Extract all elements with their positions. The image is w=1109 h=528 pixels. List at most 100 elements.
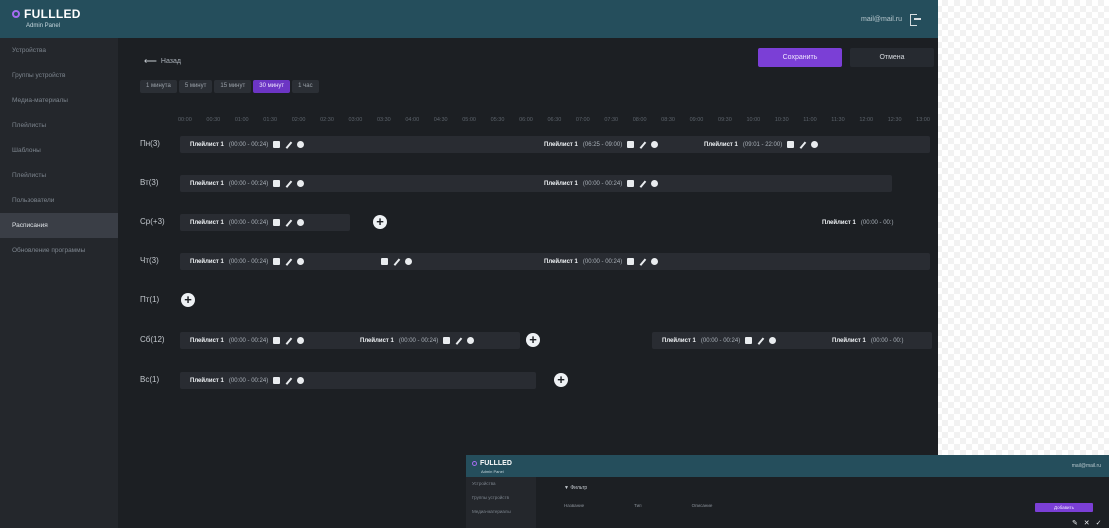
delete-icon[interactable]	[297, 377, 305, 384]
logo-icon	[12, 10, 20, 18]
edit-icon[interactable]	[639, 180, 646, 187]
delete-icon[interactable]	[297, 180, 305, 187]
logo-icon	[472, 461, 477, 466]
sidebar-item-playlists[interactable]: Плейлисты	[0, 113, 118, 138]
sidebar-item-users[interactable]: Пользователи	[0, 188, 118, 213]
filter-button[interactable]: ▼ Фильтр	[564, 485, 587, 491]
schedule-segment[interactable]: Плейлист 1 (09:01 - 22:00)	[698, 136, 868, 153]
stop-icon[interactable]	[627, 141, 635, 148]
delete-icon[interactable]	[651, 258, 659, 265]
stop-icon[interactable]	[273, 337, 281, 344]
add-segment-button[interactable]: +	[181, 293, 195, 307]
delete-icon[interactable]	[297, 141, 305, 148]
day-label: Чт(3)	[140, 256, 159, 265]
save-button[interactable]: Сохранить	[758, 48, 842, 67]
column-header[interactable]: Описание	[692, 503, 713, 508]
schedule-segment[interactable]: Плейлист 1 (00:00 - 00:)	[826, 332, 932, 349]
cancel-button[interactable]: Отмена	[850, 48, 934, 67]
add-segment-button[interactable]: +	[526, 333, 540, 347]
stop-icon[interactable]	[443, 337, 451, 344]
hour-tick-label: 02:30	[320, 117, 334, 123]
sidebar-item-schedules[interactable]: Расписания	[0, 213, 118, 238]
sidebar-item-templates[interactable]: Шаблоны	[0, 138, 118, 163]
stop-icon[interactable]	[273, 180, 281, 187]
column-header[interactable]: Название	[564, 503, 584, 508]
stop-icon[interactable]	[273, 258, 281, 265]
schedule-segment[interactable]: Плейлист 1 (00:00 - 00:24)	[656, 332, 826, 349]
delete-icon[interactable]	[297, 337, 305, 344]
interval-1-min[interactable]: 1 минута	[140, 80, 177, 93]
delete-icon[interactable]	[811, 141, 819, 148]
interval-5-min[interactable]: 5 минут	[178, 80, 213, 93]
delete-icon[interactable]	[405, 258, 412, 265]
stop-icon[interactable]	[273, 141, 281, 148]
edit-icon[interactable]	[285, 258, 292, 265]
edit-icon[interactable]	[639, 258, 646, 265]
stop-icon[interactable]	[273, 377, 281, 384]
schedule-segment[interactable]: Плейлист 1 (00:00 - 00:24)	[184, 253, 354, 270]
edit-icon[interactable]	[757, 337, 764, 344]
edit-icon[interactable]	[285, 180, 292, 187]
delete-icon[interactable]	[467, 337, 475, 344]
sidebar-item-device-groups[interactable]: Группы устройств	[466, 491, 536, 505]
stop-icon[interactable]	[627, 180, 635, 187]
segment-name: Плейлист 1	[544, 141, 578, 148]
schedule-segment[interactable]: Плейлист 1 (00:00 - 00:24)	[184, 372, 354, 389]
edit-icon[interactable]	[285, 219, 292, 226]
sidebar-item-devices[interactable]: Устройства	[466, 477, 536, 491]
sidebar-item-device-groups[interactable]: Группы устройств	[0, 63, 118, 88]
edit-icon[interactable]	[393, 258, 400, 265]
logo[interactable]: FULLLED Admin Panel	[12, 7, 81, 29]
logout-icon[interactable]	[910, 14, 921, 26]
stop-icon[interactable]	[273, 219, 281, 226]
delete-icon[interactable]	[769, 337, 777, 344]
segment-time: (00:00 - 00:24)	[228, 180, 269, 187]
delete-icon[interactable]	[297, 258, 305, 265]
segment-name: Плейлист 1	[544, 258, 578, 265]
schedule-segment[interactable]: Плейлист 1 (00:00 - 00:24)	[354, 332, 524, 349]
sidebar-item-media[interactable]: Медиа-материалы	[0, 88, 118, 113]
edit-icon[interactable]	[639, 141, 646, 148]
logo[interactable]: FULLLED	[472, 460, 512, 467]
hour-tick-label: 09:30	[718, 117, 732, 123]
segment-time: (00:00 - 00:24)	[228, 141, 269, 148]
delete-icon[interactable]	[297, 219, 305, 226]
interval-15-min[interactable]: 15 минут	[214, 80, 252, 93]
back-link[interactable]: ⟵ Назад	[144, 56, 181, 67]
stop-icon[interactable]	[787, 141, 795, 148]
edit-icon[interactable]	[799, 141, 806, 148]
schedule-segment[interactable]: Плейлист 1 (00:00 - 00:)	[816, 214, 932, 231]
schedule-segment[interactable]	[370, 253, 420, 270]
interval-30-min[interactable]: 30 минут	[253, 80, 291, 93]
interval-1-hour[interactable]: 1 час	[292, 80, 319, 93]
day-label: Сб(12)	[140, 335, 165, 344]
stop-icon[interactable]	[745, 337, 753, 344]
edit-icon[interactable]	[285, 337, 292, 344]
row-actions[interactable]: ✎ ✕ ✓	[1072, 519, 1104, 527]
schedule-segment[interactable]: Плейлист 1 (00:00 - 00:24)	[184, 175, 354, 192]
add-segment-button[interactable]: +	[554, 373, 568, 387]
sidebar-item-software-update[interactable]: Обновление программы	[0, 238, 118, 263]
schedule-segment[interactable]: Плейлист 1 (00:00 - 00:24)	[184, 136, 354, 153]
segment-time: (00:00 - 00:24)	[228, 219, 269, 226]
stop-icon[interactable]	[381, 258, 388, 265]
column-header[interactable]: Тип	[634, 503, 642, 508]
edit-icon[interactable]	[285, 141, 292, 148]
schedule-segment[interactable]: Плейлист 1 (00:00 - 00:24)	[184, 214, 354, 231]
schedule-segment[interactable]: Плейлист 1 (00:00 - 00:24)	[184, 332, 354, 349]
sidebar-item-devices[interactable]: Устройства	[0, 38, 118, 63]
stop-icon[interactable]	[627, 258, 635, 265]
schedule-segment[interactable]: Плейлист 1 (00:00 - 00:24)	[538, 253, 708, 270]
delete-icon[interactable]	[651, 141, 659, 148]
sidebar-item-playlists-2[interactable]: Плейлисты	[0, 163, 118, 188]
schedule-segment[interactable]: Плейлист 1 (06:25 - 09:00)	[538, 136, 698, 153]
add-button[interactable]: Добавить	[1035, 503, 1093, 512]
hour-tick-label: 07:30	[604, 117, 619, 123]
edit-icon[interactable]	[455, 337, 462, 344]
add-segment-button[interactable]: +	[373, 215, 387, 229]
delete-icon[interactable]	[651, 180, 659, 187]
sidebar-item-media[interactable]: Медиа-материалы	[466, 505, 536, 519]
schedule-segment[interactable]: Плейлист 1 (00:00 - 00:24)	[538, 175, 708, 192]
interval-selector: 1 минута 5 минут 15 минут 30 минут 1 час	[140, 80, 319, 93]
edit-icon[interactable]	[285, 377, 292, 384]
